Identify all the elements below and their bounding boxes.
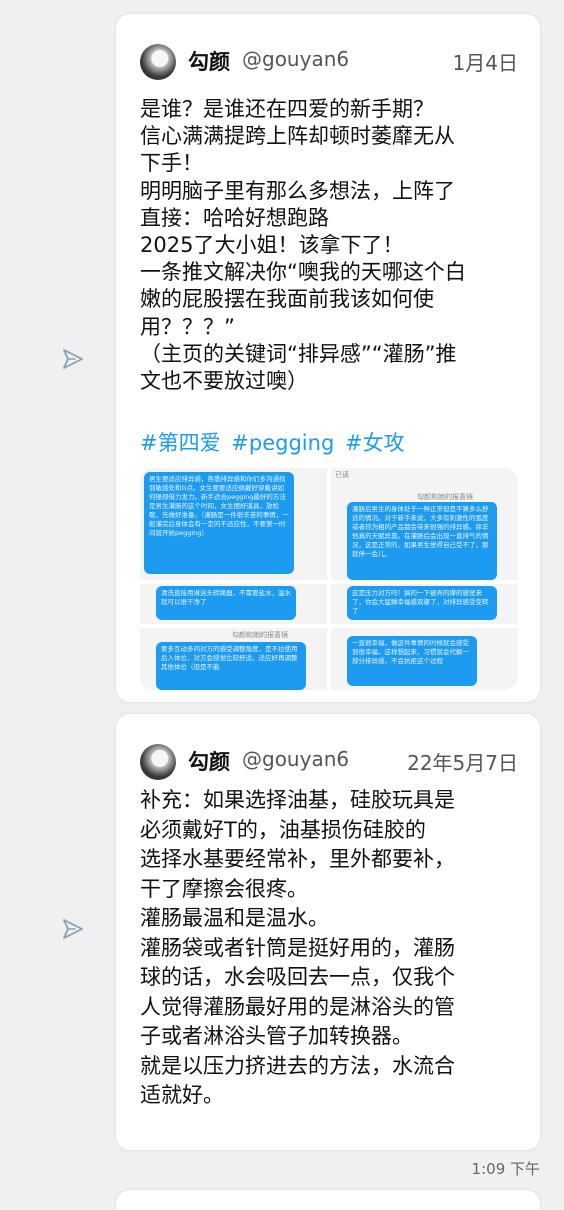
tweet-header: 勾颜 @gouyan6 1月4日 xyxy=(140,38,518,86)
tweet-header: 勾颜 @gouyan6 22年5月7日 xyxy=(140,738,518,786)
avatar[interactable] xyxy=(140,44,176,80)
tweet-card-2[interactable]: 勾颜 @gouyan6 22年5月7日 补充：如果选择油基，硅胶玩具是 必须戴好… xyxy=(116,714,540,1150)
tweet-line: 球的话，水会吸回去一点，仅我个 xyxy=(140,965,455,989)
tweet-line: 文也不要放过噢） xyxy=(140,369,308,394)
attached-screenshots[interactable]: 男生要适应排异感，熟悉排异感和你们多沟通找到敏感处和G点。女生要要适应佩戴好穿戴… xyxy=(140,468,518,690)
tweet-line: 信心满满提跨上阵却顿时萎靡无从 xyxy=(140,124,455,149)
tweet-line: 嫩的屁股摆在我面前我该如何使 xyxy=(140,287,434,312)
next-message-card[interactable] xyxy=(116,1190,540,1210)
avatar[interactable] xyxy=(140,744,176,780)
tweet-body: 补充：如果选择油基，硅胶玩具是 必须戴好T的，油基损伤硅胶的 选择水基要经常补，… xyxy=(140,786,522,1111)
tweet-line: 灌肠袋或者针筒是挺好用的，灌肠 xyxy=(140,935,455,960)
caption-label: 勾颜和她的报喜镜 xyxy=(417,493,473,501)
hashtag-link[interactable]: #pegging xyxy=(231,431,334,455)
chat-bubble: 这是压力对方吗！搞的一下被弄的撑的感觉来了，你会大猛鳞幸福感双骤了，对排异感受变… xyxy=(347,586,497,620)
tweet-line: 人觉得灌肠最好用的是淋浴头的管 xyxy=(140,994,455,1019)
author-handle[interactable]: @gouyan6 xyxy=(242,47,349,71)
tweet-body: 是谁？是谁还在四爱的新手期？ 信心满满提跨上阵却顿时萎靡无从 下手！ 明明脑子里… xyxy=(140,96,522,395)
screenshot-top-left[interactable]: 男生要适应排异感，熟悉排异感和你们多沟通找到敏感处和G点。女生要要适应佩戴好穿戴… xyxy=(140,468,327,580)
caption-label: 勾颜和她的报喜镜 xyxy=(232,631,288,639)
tweet-line: 选择水基要经常补，里外都要补， xyxy=(140,847,455,871)
screenshot-bottom-left[interactable]: 勾颜和她的报喜镜 要多互动多问对方的感受调整角度，是不拉使用后入体位，对方会感觉… xyxy=(140,628,327,690)
tweet-line: 用？？？” xyxy=(140,314,235,339)
tweet-line: 明明脑子里有那么多想法，上阵了 xyxy=(140,178,455,203)
screenshot-bottom-right[interactable]: 一直很幸福，做这件事情的时候就会感受到很幸福，这样想起来，习惯就会代解一部分排异… xyxy=(331,628,518,690)
hashtag-list: #第四爱 #pegging #女攻 xyxy=(140,427,409,457)
tweet-line: 干了摩擦会很疼。 xyxy=(140,876,308,901)
screenshot-mid-right[interactable]: 这是压力对方吗！搞的一下被弄的撑的感觉来了，你会大猛鳞幸福感双骤了，对排异感受变… xyxy=(331,584,518,624)
chat-bubble: 一直很幸福，做这件事情的时候就会感受到很幸福，这样想起来，习惯就会代解一部分排异… xyxy=(347,636,477,686)
send-icon[interactable] xyxy=(60,916,86,942)
chat-bubble: 男生要适应排异感，熟悉排异感和你们多沟通找到敏感处和G点。女生要要适应佩戴好穿戴… xyxy=(144,472,294,574)
tweet-date[interactable]: 1月4日 xyxy=(453,47,518,76)
tweet-line: 补充：如果选择油基，硅胶玩具是 xyxy=(140,788,455,812)
tweet-line: 一条推文解决你“噢我的天哪这个白 xyxy=(140,260,466,285)
tweet-line: 直接：哈哈好想跑路 xyxy=(140,205,329,230)
tweet-card-1[interactable]: 勾颜 @gouyan6 1月4日 是谁？是谁还在四爱的新手期？ 信心满满提跨上阵… xyxy=(116,14,540,702)
author-handle[interactable]: @gouyan6 xyxy=(242,747,349,771)
chat-bubble: 清洗直接用淋浴头转换器，不需要盐水，温水就可以很干净了 xyxy=(156,586,296,620)
screenshot-top-right[interactable]: 已读 勾颜和她的报喜镜 灌肠后男生的身体处于一种正常但是不算多么舒适的情况。对于… xyxy=(331,468,518,580)
tweet-line: 子或者淋浴头管子加转换器。 xyxy=(140,1024,413,1048)
tweet-line: （主页的关键词“排异感”“灌肠”推 xyxy=(140,341,457,366)
tweet-line: 必须戴好T的，油基损伤硅胶的 xyxy=(140,817,426,842)
hashtag-link[interactable]: #女攻 xyxy=(345,431,405,455)
tweet-date[interactable]: 22年5月7日 xyxy=(407,747,518,776)
chat-bubble: 要多互动多问对方的感受调整角度，是不拉使用后入体位，对方会感觉比较舒适。适应好再… xyxy=(156,642,306,690)
tweet-line: 就是以压力挤进去的方法，水流合 xyxy=(140,1053,455,1078)
author-name[interactable]: 勾颜 xyxy=(188,746,230,776)
screenshot-mid-left[interactable]: 清洗直接用淋浴头转换器，不需要盐水，温水就可以很干净了 xyxy=(140,584,327,624)
author-name[interactable]: 勾颜 xyxy=(188,46,230,76)
tweet-line: 下手！ xyxy=(140,151,203,176)
send-icon[interactable] xyxy=(60,346,86,372)
hashtag-link[interactable]: #第四爱 xyxy=(140,431,221,455)
chat-bubble: 灌肠后男生的身体处于一种正常但是不算多么舒适的情况。对于新手来说，大多有刺激性的… xyxy=(347,502,497,580)
tweet-line: 2025了大小姐！该拿下了！ xyxy=(140,233,404,258)
read-label: 已读 xyxy=(335,471,349,479)
tweet-line: 适就好。 xyxy=(140,1083,224,1107)
tweet-line: 灌肠最温和是温水。 xyxy=(140,906,329,930)
tweet-line: 是谁？是谁还在四爱的新手期？ xyxy=(140,97,434,121)
message-timestamp: 1:09 下午 xyxy=(471,1160,540,1178)
